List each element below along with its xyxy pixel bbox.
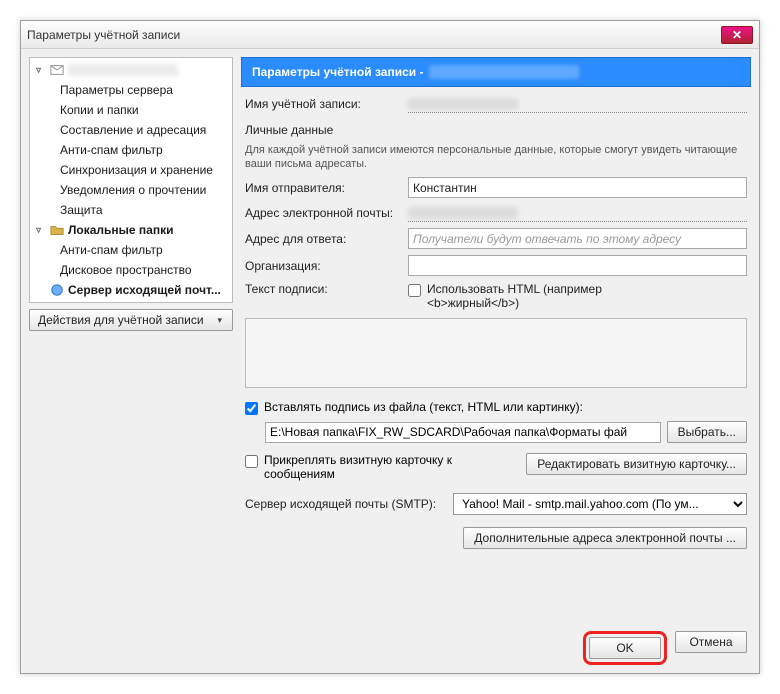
organization-input[interactable] [408, 255, 747, 276]
window-title: Параметры учётной записи [27, 28, 180, 42]
sender-name-label: Имя отправителя: [245, 181, 400, 195]
account-tree: ▿ Параметры сервера Копии и папки Состав… [29, 57, 233, 303]
use-html-checkbox[interactable] [408, 284, 421, 297]
expander-icon: ▿ [36, 65, 46, 76]
signature-text-label: Текст подписи: [245, 282, 400, 296]
account-name-label: Имя учётной записи: [245, 97, 400, 111]
attach-vcard-label: Прикреплять визитную карточку к сообщени… [264, 453, 518, 481]
account-settings-dialog: Параметры учётной записи ✕ ▿ Параметры с… [20, 20, 760, 674]
tree-item-disk-space[interactable]: Дисковое пространство [30, 260, 232, 280]
smtp-select[interactable]: Yahoo! Mail - smtp.mail.yahoo.com (По ум… [453, 493, 747, 515]
personal-data-title: Личные данные [245, 123, 747, 137]
attach-sig-file-checkbox[interactable] [245, 402, 258, 415]
tree-account-header[interactable]: ▿ [30, 60, 232, 80]
expander-icon: ▿ [36, 225, 46, 236]
titlebar: Параметры учётной записи ✕ [21, 21, 759, 49]
close-button[interactable]: ✕ [721, 26, 753, 44]
attach-vcard-checkbox[interactable] [245, 455, 258, 468]
use-html-label: Использовать HTML (например <b>жирный</b… [427, 282, 602, 310]
tree-item-composition-addressing[interactable]: Составление и адресация [30, 120, 232, 140]
organization-label: Организация: [245, 259, 400, 273]
settings-panel: Параметры учётной записи - Имя учётной з… [241, 57, 751, 617]
chevron-down-icon: ▾ [217, 315, 222, 326]
masked-email [429, 65, 579, 79]
ok-highlight: OK [583, 631, 667, 665]
tree-item-copies-folders[interactable]: Копии и папки [30, 100, 232, 120]
personal-data-desc: Для каждой учётной записи имеются персон… [245, 143, 747, 171]
ok-button[interactable]: OK [589, 637, 661, 659]
masked-account-name-value [408, 98, 518, 110]
email-label: Адрес электронной почты: [245, 206, 400, 220]
close-icon: ✕ [732, 28, 742, 42]
browse-button[interactable]: Выбрать... [667, 421, 747, 443]
smtp-label: Сервер исходящей почты (SMTP): [245, 497, 445, 511]
tree-smtp-header[interactable]: Сервер исходящей почт... [30, 280, 232, 300]
tree-local-folders-header[interactable]: ▿ Локальные папки [30, 220, 232, 240]
panel-banner: Параметры учётной записи - [241, 57, 751, 87]
tree-item-label: Локальные папки [68, 223, 174, 237]
server-icon [50, 283, 64, 297]
signature-textarea[interactable] [245, 318, 747, 388]
tree-item-local-junk[interactable]: Анти-спам фильтр [30, 240, 232, 260]
tree-item-server-settings[interactable]: Параметры сервера [30, 80, 232, 100]
reply-to-label: Адрес для ответа: [245, 232, 400, 246]
account-actions-button[interactable]: Действия для учётной записи ▾ [29, 309, 233, 331]
account-name-value[interactable] [408, 95, 747, 113]
attach-sig-file-label: Вставлять подпись из файла (текст, HTML … [264, 400, 583, 414]
sig-file-path-input[interactable] [265, 422, 661, 443]
mail-icon [50, 63, 64, 77]
masked-account-name [68, 64, 178, 76]
edit-vcard-button[interactable]: Редактировать визитную карточку... [526, 453, 747, 475]
email-value[interactable] [408, 204, 747, 222]
reply-to-input[interactable] [408, 228, 747, 249]
tree-item-security[interactable]: Защита [30, 200, 232, 220]
folder-icon [50, 223, 64, 237]
sender-name-input[interactable] [408, 177, 747, 198]
masked-email-value [408, 207, 518, 219]
tree-item-sync-storage[interactable]: Синхронизация и хранение [30, 160, 232, 180]
extra-emails-button[interactable]: Дополнительные адреса электронной почты … [463, 527, 747, 549]
tree-item-junk-settings[interactable]: Анти-спам фильтр [30, 140, 232, 160]
dialog-button-row: OK Отмена [29, 625, 751, 665]
tree-item-return-receipts[interactable]: Уведомления о прочтении [30, 180, 232, 200]
cancel-button[interactable]: Отмена [675, 631, 747, 653]
tree-item-label: Сервер исходящей почт... [68, 283, 221, 297]
